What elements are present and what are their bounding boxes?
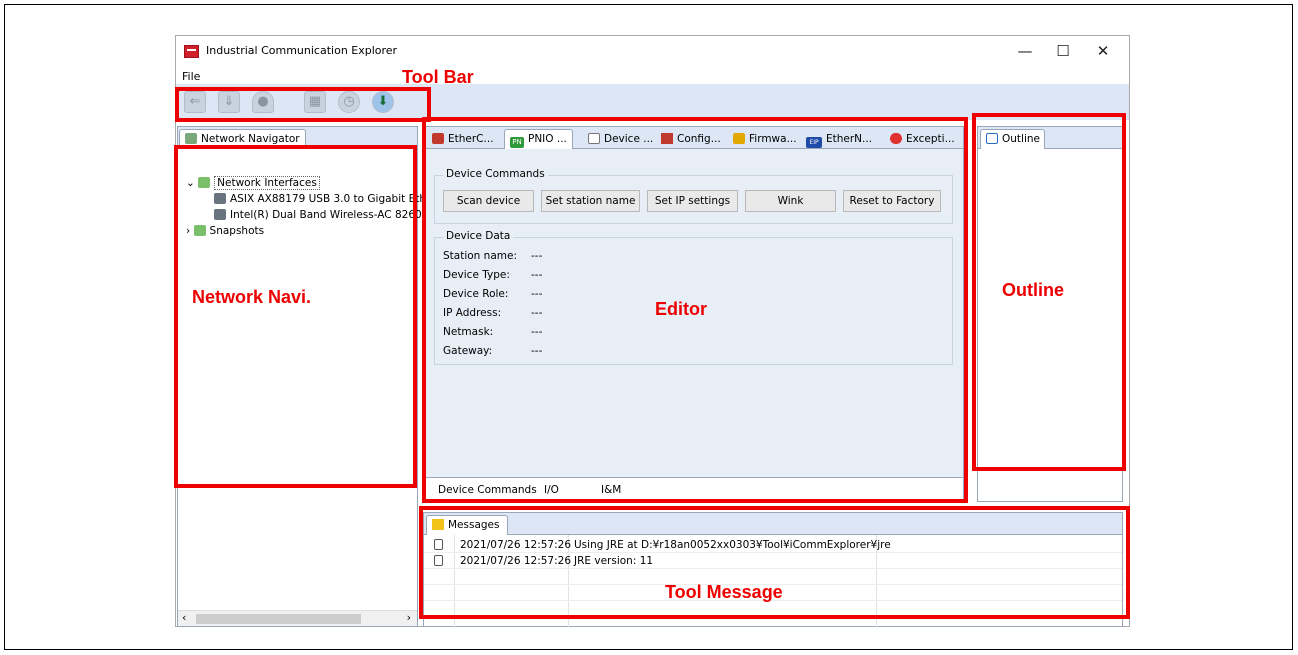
minimize-button[interactable]: — xyxy=(1010,41,1040,61)
callout-tool-bar: Tool Bar xyxy=(402,67,474,87)
window-title: Industrial Communication Explorer xyxy=(206,44,398,57)
app-logo-icon xyxy=(184,45,199,58)
toolbar-highlight xyxy=(175,87,431,122)
navigator-highlight xyxy=(174,145,417,488)
title-bar: Industrial Communication Explorer — ☐ ✕ xyxy=(176,36,1129,66)
callout-editor: Editor xyxy=(655,299,707,319)
close-button[interactable]: ✕ xyxy=(1088,41,1118,61)
horizontal-scrollbar[interactable]: ‹ › xyxy=(178,610,417,626)
menu-bar: File xyxy=(176,66,1129,84)
scroll-left-icon[interactable]: ‹ xyxy=(182,611,186,624)
scroll-right-icon[interactable]: › xyxy=(407,611,411,624)
maximize-button[interactable]: ☐ xyxy=(1048,41,1078,61)
tab-network-navigator-label: Network Navigator xyxy=(201,133,300,145)
network-navigator-icon xyxy=(185,133,197,144)
scrollbar-thumb[interactable] xyxy=(196,614,361,624)
callout-network-navi: Network Navi. xyxy=(192,287,312,307)
menu-file[interactable]: File xyxy=(182,70,200,83)
callout-tool-message: Tool Message xyxy=(665,582,783,602)
callout-outline: Outline xyxy=(1002,280,1064,300)
